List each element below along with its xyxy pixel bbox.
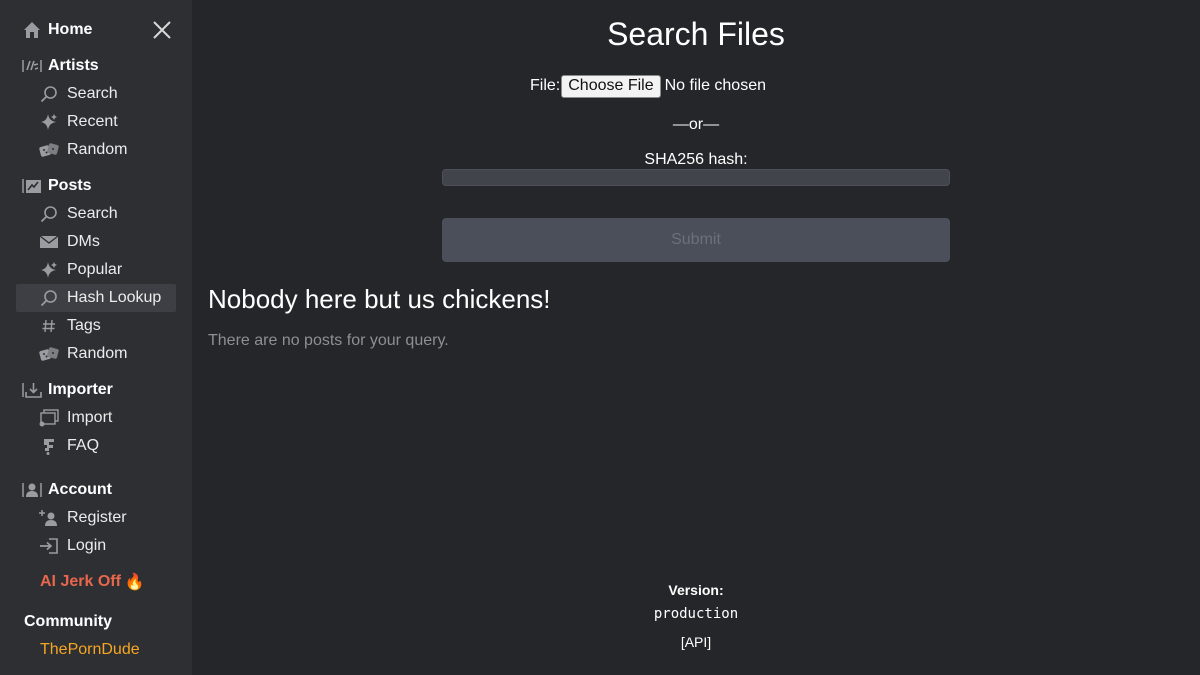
sidebar-item-posts-search[interactable]: Search (16, 200, 176, 228)
account-icon (22, 480, 42, 500)
sidebar: Home Artists Search Recent Random Posts (0, 0, 192, 675)
close-icon[interactable] (150, 18, 174, 42)
search-icon (39, 84, 59, 104)
version-value: production (653, 606, 739, 622)
import-icon (39, 408, 59, 428)
sparkle-icon (39, 112, 59, 132)
sidebar-section-importer[interactable]: Importer (22, 376, 176, 404)
sidebar-item-label: Hash Lookup (67, 289, 162, 306)
sidebar-item-label: Popular (67, 261, 123, 278)
login-icon (39, 536, 59, 556)
sidebar-section-label: Posts (48, 177, 92, 194)
empty-state-title: Nobody here but us chickens! (208, 284, 551, 314)
file-upload-row: File: Choose File No file chosen (530, 74, 766, 98)
dice-icon (39, 344, 59, 364)
sidebar-home-label: Home (48, 21, 93, 38)
sidebar-item-posts-popular[interactable]: Popular (16, 256, 176, 284)
sidebar-section-posts[interactable]: Posts (22, 172, 176, 200)
sidebar-item-register[interactable]: Register (16, 504, 176, 532)
sidebar-item-posts-random[interactable]: Random (16, 340, 176, 368)
sidebar-section-account[interactable]: Account (22, 476, 176, 504)
sidebar-item-label: Random (67, 141, 128, 158)
promo-label: AI Jerk Off (40, 573, 121, 590)
sidebar-item-artists-recent[interactable]: Recent (16, 108, 176, 136)
sha256-hash-input[interactable] (442, 169, 950, 186)
hash-label: SHA256 hash: (644, 151, 748, 168)
sidebar-promo-link[interactable]: AI Jerk Off 🔥 (40, 570, 145, 594)
hash-icon (39, 316, 59, 336)
sidebar-item-label: Recent (67, 113, 118, 130)
sidebar-item-label: Register (67, 509, 127, 526)
sidebar-item-label: Import (67, 409, 113, 426)
sidebar-item-label: Tags (67, 317, 101, 334)
dice-icon (39, 140, 59, 160)
search-icon (39, 204, 59, 224)
artists-icon (22, 56, 42, 76)
posts-icon (22, 176, 42, 196)
file-status: No file chosen (664, 77, 766, 94)
fire-icon: 🔥 (124, 574, 145, 591)
choose-file-button[interactable]: Choose File (561, 74, 661, 98)
sidebar-item-label: Random (67, 345, 128, 362)
community-link[interactable]: ThePornDude (40, 641, 140, 659)
submit-button[interactable]: Submit (442, 218, 950, 262)
importer-icon (22, 380, 42, 400)
sidebar-item-posts-tags[interactable]: Tags (16, 312, 176, 340)
or-separator: —or— (672, 116, 720, 133)
search-icon (39, 288, 59, 308)
empty-state-subtitle: There are no posts for your query. (208, 332, 449, 349)
api-link[interactable]: [API] (192, 634, 1200, 650)
sidebar-section-label: Artists (48, 57, 99, 74)
sidebar-item-label: FAQ (67, 437, 100, 454)
sidebar-item-artists-search[interactable]: Search (16, 80, 176, 108)
file-label: File: (530, 77, 561, 94)
home-icon (22, 20, 42, 40)
sparkle-icon (39, 260, 59, 280)
sidebar-item-artists-random[interactable]: Random (16, 136, 176, 164)
sidebar-item-faq[interactable]: FAQ (16, 432, 176, 460)
sidebar-item-login[interactable]: Login (16, 532, 176, 560)
sidebar-item-import[interactable]: Import (16, 404, 176, 432)
sidebar-item-label: Search (67, 85, 118, 102)
sidebar-item-label: Login (67, 537, 107, 554)
version-label: Version: (668, 582, 724, 598)
sidebar-section-label: Account (48, 481, 112, 498)
register-icon (39, 508, 59, 528)
sidebar-item-label: DMs (67, 233, 100, 250)
sidebar-section-label: Importer (48, 381, 113, 398)
faq-icon (39, 436, 59, 456)
sidebar-section-artists[interactable]: Artists (22, 52, 176, 80)
sidebar-item-posts-dms[interactable]: DMs (16, 228, 176, 256)
sidebar-item-posts-hash-lookup[interactable]: Hash Lookup (16, 284, 176, 312)
community-heading: Community (24, 613, 112, 630)
mail-icon (39, 232, 59, 252)
page-title: Search Files (607, 16, 785, 52)
sidebar-item-label: Search (67, 205, 118, 222)
